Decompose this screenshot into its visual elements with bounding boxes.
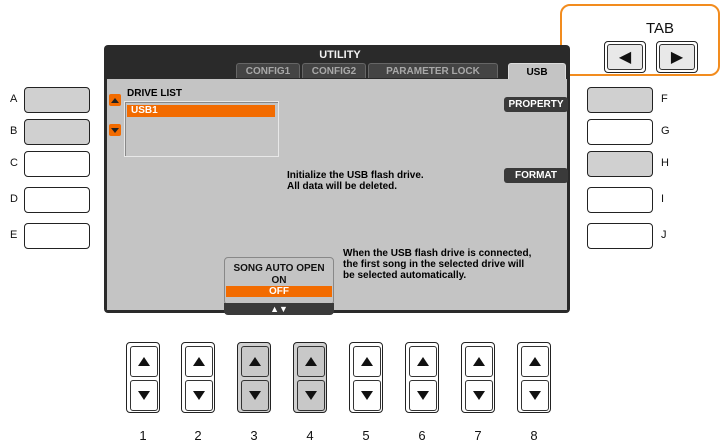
down-arrow-icon: [529, 391, 541, 400]
list-up-arrow-icon[interactable]: [109, 94, 121, 106]
up-arrow-icon: [305, 357, 317, 366]
format-button[interactable]: FORMAT: [504, 168, 568, 183]
up-arrow-icon: [138, 357, 150, 366]
song-auto-open-label: SONG AUTO OPEN: [233, 263, 325, 274]
screen-title: UTILITY: [319, 49, 361, 61]
bottom-button-number-6: 6: [418, 428, 426, 443]
updown-indicator: ▲▼: [224, 303, 334, 315]
side-button-f[interactable]: [587, 87, 653, 113]
song-auto-open-on[interactable]: ON: [226, 275, 332, 286]
up-arrow-icon: [417, 357, 429, 366]
drive-list-item[interactable]: USB1: [127, 105, 275, 117]
bottom-button-4-down[interactable]: [297, 380, 325, 411]
down-arrow-icon: [473, 391, 485, 400]
side-button-j[interactable]: [587, 223, 653, 249]
button-label-h: H: [661, 157, 669, 169]
side-button-d[interactable]: [24, 187, 90, 213]
bottom-button-number-5: 5: [362, 428, 370, 443]
bottom-button-2-up[interactable]: [185, 346, 213, 377]
tab-right-button[interactable]: ▶: [656, 41, 698, 73]
song-auto-open-off[interactable]: OFF: [226, 286, 332, 297]
bottom-button-3[interactable]: [237, 342, 271, 413]
bottom-button-1[interactable]: [126, 342, 160, 413]
bottom-button-4[interactable]: [293, 342, 327, 413]
tab-config2[interactable]: CONFIG2: [302, 63, 366, 78]
up-arrow-icon: [473, 357, 485, 366]
side-button-a[interactable]: [24, 87, 90, 113]
bottom-button-6[interactable]: [405, 342, 439, 413]
tab-label: TAB: [645, 20, 675, 37]
bottom-button-number-7: 7: [474, 428, 482, 443]
down-arrow-icon: [361, 391, 373, 400]
bottom-button-number-1: 1: [139, 428, 147, 443]
tab-usb[interactable]: USB: [508, 63, 566, 80]
format-info-line2: All data will be deleted.: [287, 181, 398, 192]
tab-left-button[interactable]: ◀: [604, 41, 646, 73]
button-label-i: I: [661, 193, 665, 205]
auto-open-info-line1: When the USB flash drive is connected,: [343, 248, 532, 259]
up-arrow-icon: [193, 357, 205, 366]
button-label-f: F: [661, 93, 668, 105]
bottom-button-8-up[interactable]: [521, 346, 549, 377]
bottom-button-number-8: 8: [530, 428, 538, 443]
button-label-g: G: [661, 125, 670, 137]
down-arrow-icon: [417, 391, 429, 400]
button-label-a: A: [10, 93, 18, 105]
auto-open-info-line3: be selected automatically.: [343, 270, 467, 281]
bottom-button-2-down[interactable]: [185, 380, 213, 411]
bottom-button-7-up[interactable]: [465, 346, 493, 377]
side-button-g[interactable]: [587, 119, 653, 145]
button-label-d: D: [10, 193, 18, 205]
side-button-b[interactable]: [24, 119, 90, 145]
bottom-button-6-down[interactable]: [409, 380, 437, 411]
bottom-button-1-up[interactable]: [130, 346, 158, 377]
drive-list-label: DRIVE LIST: [127, 88, 183, 99]
bottom-button-4-up[interactable]: [297, 346, 325, 377]
bottom-button-number-4: 4: [306, 428, 314, 443]
button-label-j: J: [661, 229, 667, 241]
bottom-button-1-down[interactable]: [130, 380, 158, 411]
up-arrow-icon: [249, 357, 261, 366]
up-arrow-icon: [529, 357, 541, 366]
list-down-arrow-icon[interactable]: [109, 124, 121, 136]
bottom-button-5-up[interactable]: [353, 346, 381, 377]
right-arrow-icon: ▶: [670, 49, 684, 66]
property-button[interactable]: PROPERTY: [504, 97, 568, 112]
bottom-button-6-up[interactable]: [409, 346, 437, 377]
auto-open-info: When the USB flash drive is connected, t…: [343, 248, 531, 281]
button-label-b: B: [10, 125, 18, 137]
down-arrow-icon: [138, 391, 150, 400]
side-button-e[interactable]: [24, 223, 90, 249]
bottom-button-3-down[interactable]: [241, 380, 269, 411]
bottom-button-3-up[interactable]: [241, 346, 269, 377]
up-arrow-icon: [361, 357, 373, 366]
bottom-button-7-down[interactable]: [465, 380, 493, 411]
format-info: Initialize the USB flash drive. All data…: [287, 170, 424, 192]
side-button-i[interactable]: [587, 187, 653, 213]
bottom-button-8[interactable]: [517, 342, 551, 413]
format-info-line1: Initialize the USB flash drive.: [287, 170, 424, 181]
button-label-e: E: [10, 229, 18, 241]
tab-config1[interactable]: CONFIG1: [236, 63, 300, 78]
left-arrow-icon: ◀: [618, 49, 632, 66]
bottom-button-8-down[interactable]: [521, 380, 549, 411]
down-arrow-icon: [193, 391, 205, 400]
bottom-button-5-down[interactable]: [353, 380, 381, 411]
tab-parameter-lock[interactable]: PARAMETER LOCK: [368, 63, 498, 78]
bottom-button-number-3: 3: [250, 428, 258, 443]
down-arrow-icon: [305, 391, 317, 400]
bottom-button-number-2: 2: [194, 428, 202, 443]
down-arrow-icon: [249, 391, 261, 400]
bottom-button-7[interactable]: [461, 342, 495, 413]
side-button-c[interactable]: [24, 151, 90, 177]
side-button-h[interactable]: [587, 151, 653, 177]
auto-open-info-line2: the first song in the selected drive wil…: [343, 259, 525, 270]
button-label-c: C: [10, 157, 18, 169]
bottom-button-2[interactable]: [181, 342, 215, 413]
bottom-button-5[interactable]: [349, 342, 383, 413]
